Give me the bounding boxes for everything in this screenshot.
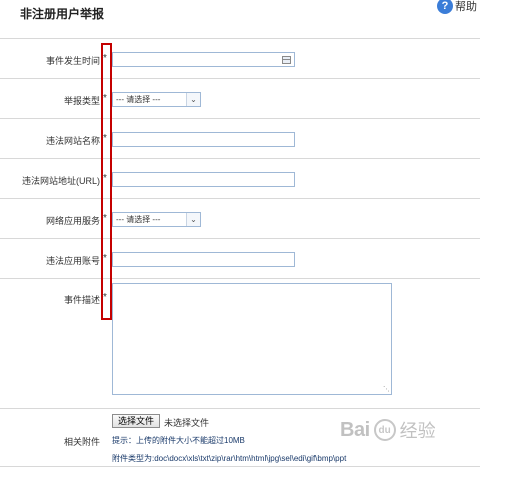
app-service-label: 网络应用服务 bbox=[45, 216, 100, 226]
resize-handle-icon[interactable]: ⋱ bbox=[383, 386, 390, 393]
file-status: 未选择文件 bbox=[164, 418, 210, 428]
choose-file-button[interactable]: 选择文件 bbox=[112, 414, 161, 428]
help-link[interactable]: ? 帮助 bbox=[437, 0, 477, 14]
report-page: 非注册用户举报 ? 帮助 事件发生时间 * 举报类型 * --- 请选择 ---… bbox=[0, 0, 505, 483]
calendar-icon[interactable] bbox=[282, 56, 291, 64]
app-service-select[interactable]: --- 请选择 --- ⌄ bbox=[112, 212, 201, 227]
paw-icon: du bbox=[373, 419, 396, 441]
row-app-account: 违法应用账号 * bbox=[0, 239, 480, 279]
attachment-types-hint: 附件类型为:doc\docx\xls\txt\zip\rar\htm\html\… bbox=[112, 454, 347, 463]
attachment-size-hint: 提示：上传的附件大小不能超过10MB bbox=[112, 436, 245, 445]
watermark-suffix: 经验 bbox=[399, 421, 436, 441]
row-description: 事件描述 * ⋱ bbox=[0, 279, 480, 409]
site-name-input[interactable] bbox=[112, 132, 295, 147]
app-account-input[interactable] bbox=[112, 252, 295, 267]
baidu-watermark: Bai du 经验 bbox=[340, 414, 460, 446]
report-type-selected: --- 请选择 --- bbox=[116, 95, 161, 104]
row-site-url: 违法网站地址(URL) * bbox=[0, 159, 480, 199]
site-url-input[interactable] bbox=[112, 172, 295, 187]
site-url-label: 违法网站地址(URL) bbox=[22, 176, 100, 186]
report-form: 事件发生时间 * 举报类型 * --- 请选择 --- ⌄ 违法网站名称 * 违… bbox=[0, 38, 480, 467]
event-time-label: 事件发生时间 bbox=[45, 56, 100, 66]
help-icon[interactable]: ? bbox=[437, 0, 453, 14]
watermark-brand: Bai bbox=[340, 418, 370, 441]
chevron-down-icon[interactable]: ⌄ bbox=[186, 93, 200, 106]
app-service-selected: --- 请选择 --- bbox=[116, 215, 161, 224]
row-event-time: 事件发生时间 * bbox=[0, 39, 480, 79]
site-name-label: 违法网站名称 bbox=[45, 136, 100, 146]
row-site-name: 违法网站名称 * bbox=[0, 119, 480, 159]
row-report-type: 举报类型 * --- 请选择 --- ⌄ bbox=[0, 79, 480, 119]
event-time-input[interactable] bbox=[112, 52, 295, 67]
help-label[interactable]: 帮助 bbox=[455, 0, 477, 14]
report-type-select[interactable]: --- 请选择 --- ⌄ bbox=[112, 92, 201, 107]
report-type-label: 举报类型 bbox=[63, 96, 100, 106]
chevron-down-icon[interactable]: ⌄ bbox=[186, 213, 200, 226]
app-account-label: 违法应用账号 bbox=[45, 256, 100, 266]
description-textarea[interactable]: ⋱ bbox=[112, 283, 392, 395]
attachment-label: 相关附件 bbox=[63, 437, 100, 447]
row-app-service: 网络应用服务 * --- 请选择 --- ⌄ bbox=[0, 199, 480, 239]
page-title: 非注册用户举报 bbox=[20, 7, 105, 21]
required-highlight-box bbox=[101, 43, 112, 320]
description-label: 事件描述 bbox=[63, 295, 100, 305]
